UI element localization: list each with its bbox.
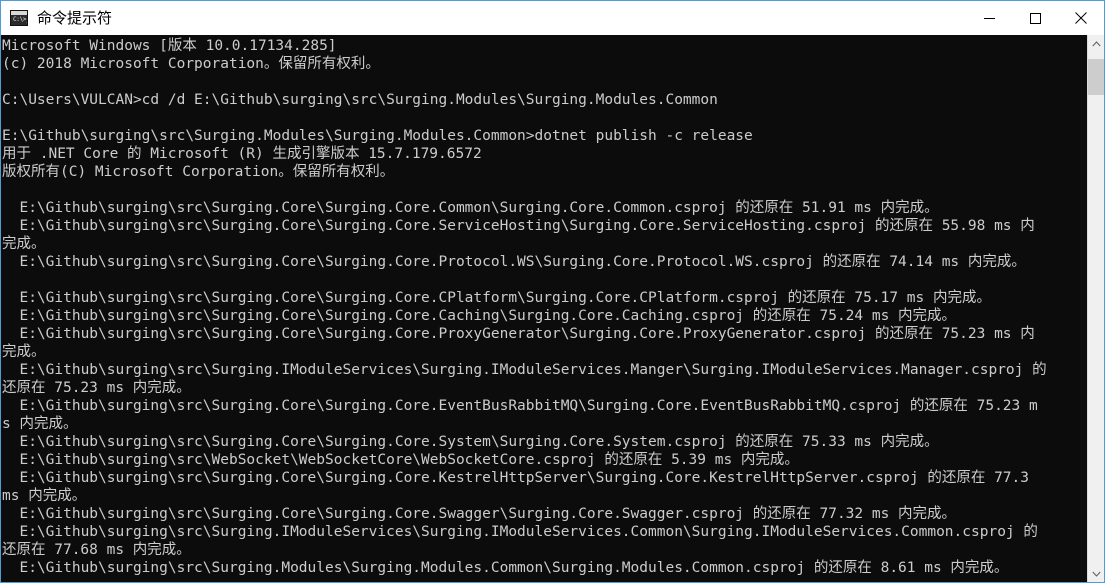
console-line: E:\Github\surging\src\Surging.IModuleSer… [2,362,1047,378]
console-line: E:\Github\surging\src\Surging.Core\Surgi… [2,200,939,216]
close-icon [1075,12,1087,24]
console-line: C:\Users\VULCAN>cd /d E:\Github\surging\… [2,92,718,108]
scrollbar-thumb[interactable] [1088,59,1104,95]
cmd-console-icon: C:\>_ [10,10,28,26]
console-line: Microsoft Windows [版本 10.0.17134.285] [2,38,337,54]
console-line: E:\Github\surging\src\Surging.Core\Surgi… [2,218,1035,234]
console-line: 还原在 77.68 ms 内完成。 [2,542,191,558]
maximize-button[interactable] [1012,1,1058,36]
cmd-icon-prompt-text: C:\>_ [13,16,28,23]
console-area: Microsoft Windows [版本 10.0.17134.285] (c)… [1,35,1104,582]
chevron-down-icon [1091,571,1101,577]
console-line: 版权所有(C) Microsoft Corporation。保留所有权利。 [2,164,395,180]
console-line: 用于 .NET Core 的 Microsoft (R) 生成引擎版本 15.7… [2,146,482,162]
console-line: E:\Github\surging\src\Surging.Core\Surgi… [2,398,1038,414]
vertical-scrollbar[interactable] [1087,35,1104,582]
console-line: E:\Github\surging\src\Surging.Core\Surgi… [2,290,991,306]
console-line: (c) 2018 Microsoft Corporation。保留所有权利。 [2,56,380,72]
command-prompt-window: C:\>_ 命令提示符 Microsoft Windows [版本 10.0.1… [0,0,1105,583]
console-line: E:\Github\surging\src\Surging.Modules\Su… [2,128,753,144]
title-bar-left: C:\>_ 命令提示符 [1,9,966,27]
console-line: s 内完成。 [2,416,78,432]
scroll-up-button[interactable] [1088,35,1104,52]
maximize-icon [1029,12,1041,24]
close-button[interactable] [1058,1,1104,36]
scroll-down-button[interactable] [1088,565,1104,582]
chevron-up-icon [1091,40,1101,46]
cmd-icon-titlestrip [11,11,27,15]
console-line: E:\Github\surging\src\Surging.Core\Surgi… [2,434,939,450]
minimize-button[interactable] [966,1,1012,36]
console-line: 完成。 [2,344,46,360]
console-line: E:\Github\surging\src\Surging.Core\Surgi… [2,506,957,522]
console-line: E:\Github\surging\src\WebSocket\WebSocke… [2,452,799,468]
console-line: 完成。 [2,236,46,252]
console-output[interactable]: Microsoft Windows [版本 10.0.17134.285] (c)… [1,35,1087,582]
console-line: ms 内完成。 [2,488,87,504]
console-line: 还原在 75.23 ms 内完成。 [2,380,191,396]
console-line: E:\Github\surging\src\Surging.Core\Surgi… [2,254,1026,270]
window-title: 命令提示符 [37,9,113,27]
console-line: E:\Github\surging\src\Surging.Core\Surgi… [2,470,1030,486]
console-line: E:\Github\surging\src\Surging.Core\Surgi… [2,308,957,324]
scrollbar-track[interactable] [1088,52,1104,565]
console-line: E:\Github\surging\src\Surging.IModuleSer… [2,524,1038,540]
window-controls [966,1,1104,36]
console-line: E:\Github\surging\src\Surging.Core\Surgi… [2,326,1035,342]
console-line: E:\Github\surging\src\Surging.Modules\Su… [2,560,1009,576]
minimize-icon [983,17,995,19]
title-bar[interactable]: C:\>_ 命令提示符 [1,0,1104,35]
